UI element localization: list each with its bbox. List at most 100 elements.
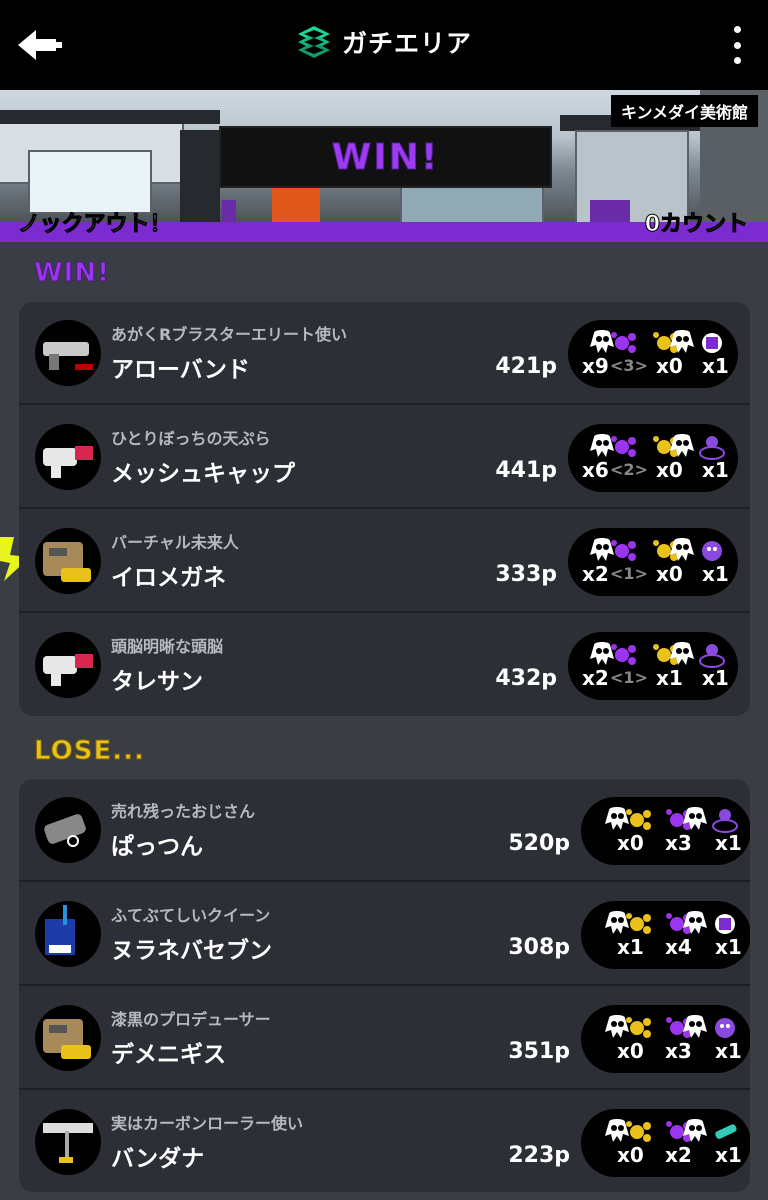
death-squid-icon xyxy=(683,1119,707,1142)
stats-pill: x2 <1> x0 x1 xyxy=(568,528,738,596)
rapid-blaster-elite-icon xyxy=(43,342,93,370)
splashdown-icon xyxy=(699,436,725,460)
player-title: バーチャル未来人 xyxy=(111,533,239,552)
lose-team-card: 売れ残ったおじさん ぱっつん 520p x0 x3 x1 ふてぶてしいクイーン ヌラネバセブ… xyxy=(19,779,750,1192)
weapon-icon xyxy=(35,528,101,594)
kills-value: x0 xyxy=(617,1039,644,1063)
specials-value: x1 xyxy=(702,666,729,690)
player-name: バンダナ xyxy=(111,1146,205,1172)
stage-roof xyxy=(0,110,220,124)
weapon-icon xyxy=(35,901,101,967)
result-banner: WIN! xyxy=(219,126,552,188)
deaths-value: x2 xyxy=(665,1143,692,1167)
player-row[interactable]: 売れ残ったおじさん ぱっつん 520p x0 x3 x1 xyxy=(19,779,750,882)
stage-name: キンメダイ美術館 xyxy=(610,95,758,127)
player-row[interactable]: 頭脳明晰な頭脳タレサン 432p x2 <1> x1 x1 xyxy=(19,614,750,716)
player-name: アローバンド xyxy=(111,357,250,383)
death-squid-icon xyxy=(683,911,707,934)
weapon-icon xyxy=(35,1109,101,1175)
player-name: イロメガネ xyxy=(111,565,226,591)
kills-value: x2 xyxy=(582,562,609,586)
points-value: 223p xyxy=(508,1143,570,1168)
specials-value: x1 xyxy=(702,562,729,586)
stats-pill: x0 x3 x1 xyxy=(581,1005,750,1073)
points-value: 520p xyxy=(508,831,570,856)
points-value: 351p xyxy=(508,1039,570,1064)
death-squid-icon xyxy=(670,642,694,665)
more-menu-button[interactable] xyxy=(734,26,744,64)
result-text: WIN! xyxy=(331,136,440,178)
ink-armor-icon xyxy=(702,333,722,353)
weapon-icon xyxy=(35,632,101,698)
weapon-icon xyxy=(35,797,101,863)
deaths-value: x1 xyxy=(656,666,683,690)
knockout-label: ノックアウト！ xyxy=(18,212,173,238)
player-row[interactable]: ふてぶてしいクイーン ヌラネバセブン 308p x1 x4 x1 xyxy=(19,883,750,986)
kills-value: x2 xyxy=(582,666,609,690)
dualies-icon xyxy=(44,814,86,847)
stage-ink xyxy=(222,200,236,222)
win-team-label: WIN! xyxy=(34,258,110,289)
assists-value: <1> xyxy=(610,668,648,687)
kill-splat-icon xyxy=(626,1017,651,1038)
player-row[interactable]: 実はカーボンローラー使い バンダナ 223p x0 x2 x1 xyxy=(19,1091,750,1192)
kill-splat-icon xyxy=(611,540,636,561)
player-name: ヌラネバセブン xyxy=(111,938,272,964)
win-team-card: あがくRブラスターエリート使い アローバンド 421p x9 <3> x0 x1 ひとりぼっ… xyxy=(19,302,750,716)
kill-splat-icon xyxy=(611,332,636,353)
death-squid-icon xyxy=(670,434,694,457)
weapon-icon xyxy=(35,320,101,386)
stage-pillar xyxy=(180,130,220,222)
specials-value: x1 xyxy=(702,458,729,482)
specials-value: x1 xyxy=(715,935,742,959)
assists-value: <2> xyxy=(610,460,648,479)
page-title: ガチエリア xyxy=(341,29,472,58)
deaths-value: x0 xyxy=(656,354,683,378)
kensa-gun-icon xyxy=(43,1019,91,1059)
player-name: デメニギス xyxy=(111,1042,226,1068)
player-row[interactable]: ひとりぼっちの天ぷら メッシュキャップ 441p x6 <2> x0 x1 xyxy=(19,406,750,509)
kensa-gun-icon xyxy=(43,542,91,582)
player-row[interactable]: 漆黒のプロデューサーデメニギス 351p x0 x3 x1 xyxy=(19,987,750,1090)
player-title: 頭脳明晰な頭脳 xyxy=(111,637,224,656)
stats-pill: x9 <3> x0 x1 xyxy=(568,320,738,388)
splashdown-icon xyxy=(712,809,738,833)
player-row[interactable]: あがくRブラスターエリート使い アローバンド 421p x9 <3> x0 x1 xyxy=(19,302,750,405)
ink-armor-icon xyxy=(715,914,735,934)
stage-ink xyxy=(590,200,630,222)
splattershot-icon xyxy=(43,446,93,478)
lose-team-label: LOSE... xyxy=(34,736,145,767)
kill-splat-icon xyxy=(611,644,636,665)
specials-value: x1 xyxy=(702,354,729,378)
player-name: メッシュキャップ xyxy=(111,461,295,487)
player-title: 実はカーボンローラー使い xyxy=(111,1114,304,1133)
more-vert-icon-dot xyxy=(734,41,741,49)
death-squid-icon xyxy=(670,330,694,353)
splashdown-icon xyxy=(699,644,725,668)
specials-value: x1 xyxy=(715,1039,742,1063)
deaths-value: x4 xyxy=(665,935,692,959)
stats-pill: x1 x4 x1 xyxy=(581,901,750,969)
assists-value: <3> xyxy=(610,356,648,375)
points-value: 441p xyxy=(495,458,557,483)
stage-orange-panel xyxy=(272,182,320,222)
points-value: 432p xyxy=(495,666,557,691)
splat-zones-icon xyxy=(297,26,330,58)
squiffer-icon xyxy=(45,905,75,955)
carbon-roller-icon xyxy=(43,1123,93,1163)
player-name: ぱっつん xyxy=(111,834,203,860)
player-title: ふてぶてしいクイーン xyxy=(111,906,271,925)
stats-pill: x2 <1> x1 x1 xyxy=(568,632,738,700)
title-wrap: ガチエリア xyxy=(0,24,768,60)
points-value: 308p xyxy=(508,935,570,960)
sting-ray-icon xyxy=(715,1124,737,1139)
kill-splat-icon xyxy=(626,913,651,934)
stage-window xyxy=(28,150,152,214)
booyah-bomb-icon xyxy=(715,1018,735,1038)
kills-value: x9 xyxy=(582,354,609,378)
player-name: タレサン xyxy=(111,669,203,695)
splattershot-icon xyxy=(43,654,93,686)
player-title: 漆黒のプロデューサー xyxy=(111,1010,271,1029)
player-row[interactable]: バーチャル未来人 イロメガネ 333p x2 <1> x0 x1 xyxy=(19,510,750,613)
points-value: 421p xyxy=(495,354,557,379)
